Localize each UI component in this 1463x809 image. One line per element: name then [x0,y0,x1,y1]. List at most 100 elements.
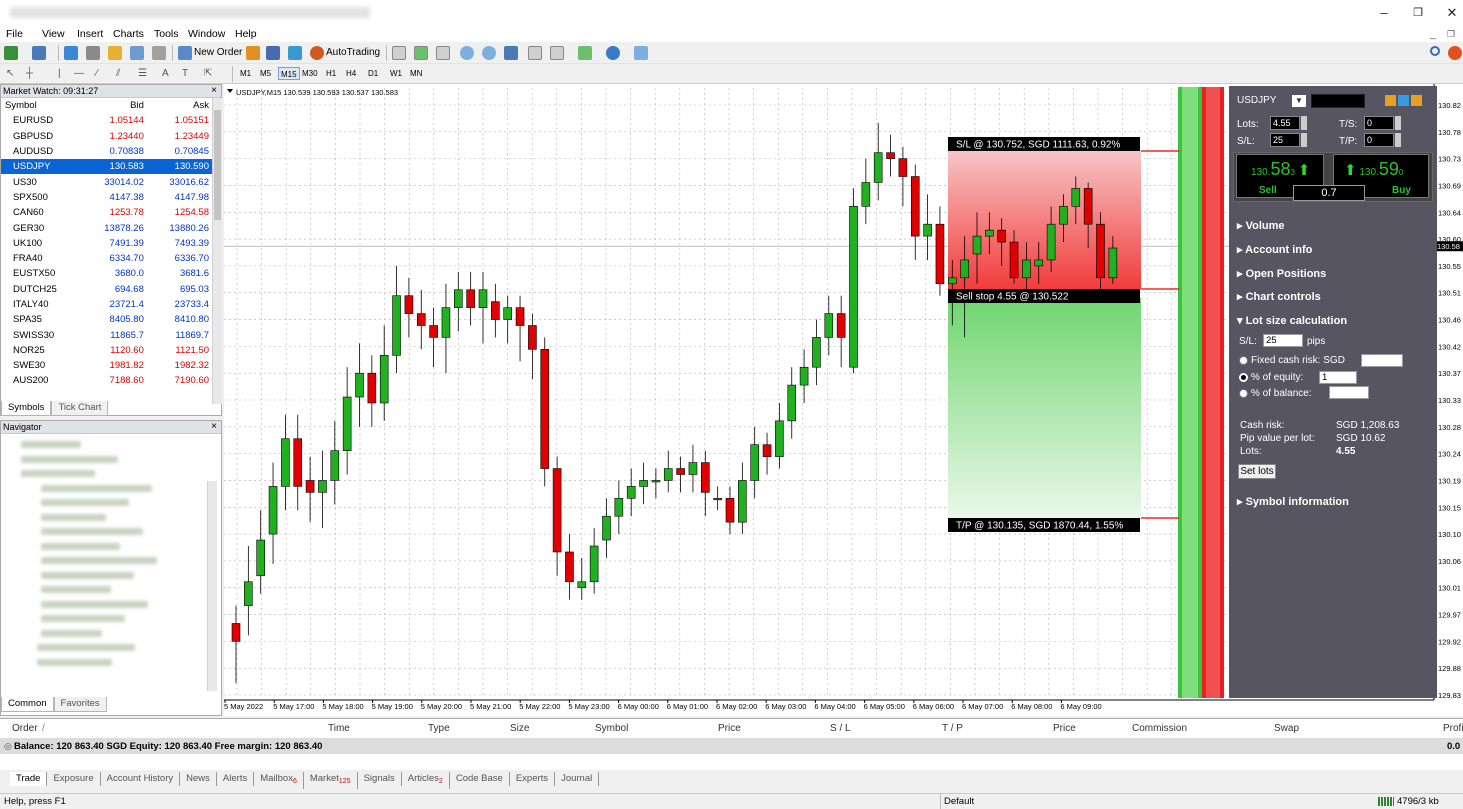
column-type[interactable]: Type [428,723,450,734]
equity-radio[interactable] [1239,373,1248,382]
column-price[interactable]: Price [1053,723,1076,734]
navigator-item[interactable] [41,629,102,637]
tab-news[interactable]: News [180,772,217,786]
settings-icon[interactable] [1398,95,1409,106]
line-chart-icon[interactable] [436,46,450,60]
menu-tools[interactable]: Tools [154,27,179,41]
menu-window[interactable]: Window [188,27,225,41]
navigator-item[interactable] [37,658,112,666]
mdi-minimize-icon[interactable]: _ [1430,27,1436,41]
navigator-item[interactable] [37,644,135,651]
section-lot-size-calculation[interactable]: ▾ Lot size calculation [1237,314,1347,327]
menu-file[interactable]: File [6,27,23,41]
table-row[interactable]: SWISS30 11865.7 11869.7 [1,327,213,342]
equity-input[interactable]: 1 [1319,371,1357,384]
column-symbol[interactable]: Symbol [1,98,83,113]
tab-common[interactable]: Common [1,697,54,712]
sl-stepper[interactable] [1301,133,1307,147]
section-account-info[interactable]: ▸ Account info [1237,243,1312,256]
table-row[interactable]: EUSTX50 3680.0 3681.6 [1,266,213,281]
navigator-item[interactable] [41,586,111,593]
tile-windows-icon[interactable] [504,46,518,60]
search-icon[interactable] [1430,46,1440,56]
tp-input[interactable]: 0 [1364,133,1394,147]
periods-icon[interactable] [606,46,620,60]
timeframe-m1[interactable]: M1 [238,67,253,80]
symbol-select[interactable]: USDJPY [1235,95,1293,109]
ts-stepper[interactable] [1395,116,1401,130]
table-row[interactable]: GBPUSD 1.23440 1.23449 [1,129,213,144]
table-row[interactable]: FRA40 6334.70 6336.70 [1,251,213,266]
data-window-icon[interactable] [86,46,100,60]
table-row[interactable]: SWE30 1981.82 1982.32 [1,358,213,373]
close-button[interactable]: ✕ [1437,4,1463,22]
zoom-in-icon[interactable] [460,46,474,60]
fixed-cash-input[interactable] [1361,354,1403,367]
navigator-item[interactable] [41,542,120,550]
orders-icon[interactable] [1385,95,1396,106]
horizontal-line-icon[interactable]: — [74,67,84,81]
table-row[interactable]: EURUSD 1.05144 1.05151 [1,113,213,128]
navigator-item[interactable] [21,441,81,448]
navigator-item[interactable] [41,571,134,579]
tab-alerts[interactable]: Alerts [217,772,255,786]
navigator-item[interactable] [41,499,129,506]
column-ask[interactable]: Ask [148,98,213,113]
new-order-button[interactable]: New Order [194,46,242,60]
trendline-icon[interactable]: ⁄ [96,67,98,81]
column-symbol[interactable]: Symbol [595,723,628,734]
section-symbol-information[interactable]: ▸ Symbol information [1237,495,1349,508]
chevron-down-icon[interactable]: ▼ [1292,95,1306,107]
navigator-item[interactable] [41,600,148,608]
text-icon[interactable]: A [162,67,169,81]
column-order[interactable]: Order [12,723,38,734]
channel-icon[interactable]: ⫽ [116,67,120,81]
menu-insert[interactable]: Insert [77,27,103,41]
table-row[interactable]: CAN60 1253.78 1254.58 [1,205,213,220]
menu-view[interactable]: View [42,27,65,41]
tp-stepper[interactable] [1395,133,1401,147]
zoom-out-icon[interactable] [482,46,496,60]
community-icon[interactable] [266,46,280,60]
mdi-restore-icon[interactable]: ❐ [1447,27,1455,41]
tab-experts[interactable]: Experts [510,772,556,786]
market-watch-scrollbar[interactable] [212,98,222,404]
table-row[interactable]: US30 33014.02 33016.62 [1,174,213,189]
column-commission[interactable]: Commission [1132,723,1187,734]
templates-icon[interactable] [634,46,648,60]
table-row[interactable]: SPX500 4147.38 4147.98 [1,190,213,205]
navigator-scrollbar[interactable] [207,481,217,691]
set-lots-button[interactable]: Set lots [1238,464,1276,479]
tab-journal[interactable]: Journal [555,772,600,786]
balance-input[interactable] [1329,386,1369,399]
navigator-item[interactable] [41,484,152,492]
navigator-item[interactable] [41,528,143,535]
table-row[interactable]: AUS200 7188.60 7190.60 [1,373,213,388]
timeframe-d1[interactable]: D1 [366,67,380,80]
indicators-icon[interactable] [578,46,592,60]
close-icon[interactable]: × [211,85,217,96]
table-row[interactable]: USDJPY 130.583 130.590 [1,159,213,175]
chat-icon[interactable] [1448,46,1462,60]
timeframe-m5[interactable]: M5 [258,67,273,80]
tab-favorites[interactable]: Favorites [53,697,107,712]
navigator-item[interactable] [21,470,95,477]
menu-charts[interactable]: Charts [113,27,144,41]
maximize-button[interactable]: ❐ [1403,4,1433,22]
tab-signals[interactable]: Signals [358,772,402,786]
menu-help[interactable]: Help [235,27,257,41]
tab-tick-chart[interactable]: Tick Chart [51,401,109,416]
fixed-cash-radio[interactable] [1239,356,1248,365]
column-profi[interactable]: Profi [1443,723,1463,734]
chart-shift-icon[interactable] [528,46,542,60]
section-volume[interactable]: ▸ Volume [1237,219,1285,232]
table-row[interactable]: DUTCH25 694.68 695.03 [1,282,213,297]
close-icon[interactable]: × [211,421,217,432]
tab-symbols[interactable]: Symbols [1,401,52,416]
grid-icon[interactable] [1411,95,1422,106]
tab-code-base[interactable]: Code Base [450,772,510,786]
crosshair-icon[interactable]: ┼ [26,67,33,81]
tab-account-history[interactable]: Account History [101,772,181,786]
vertical-line-icon[interactable]: | [58,67,61,81]
navigator-icon[interactable] [108,46,122,60]
